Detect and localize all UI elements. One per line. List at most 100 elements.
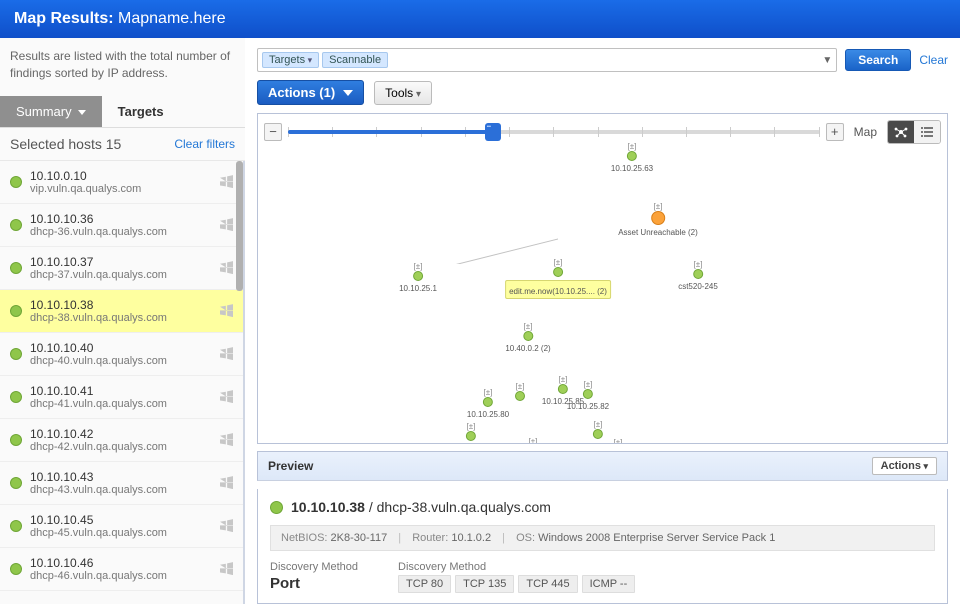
host-item[interactable]: 10.10.10.36dhcp-36.vuln.qa.qualys.com (0, 204, 243, 247)
host-ip: 10.10.10.38 (30, 298, 212, 312)
node-dot-icon (523, 331, 533, 341)
host-ip: 10.10.10.36 (30, 212, 212, 226)
actions-button[interactable]: Actions (1) (257, 80, 364, 105)
windows-icon (220, 476, 233, 489)
map-node[interactable]: [±]Asset Unreachable (2) (618, 204, 698, 237)
preview-body: 10.10.10.38 / dhcp-38.vuln.qa.qualys.com… (257, 489, 948, 604)
host-item[interactable]: 10.10.0.10vip.vuln.qa.qualys.com (0, 161, 243, 204)
status-dot-icon (10, 391, 22, 403)
map-canvas[interactable]: − + Map (257, 113, 948, 444)
preview-host-title: 10.10.10.38 / dhcp-38.vuln.qa.qualys.com (270, 499, 935, 515)
host-dns: dhcp-43.vuln.qa.qualys.com (30, 484, 212, 496)
graph-icon (894, 125, 908, 139)
map-node[interactable]: [±]10.40.0.2 (2) (505, 324, 550, 353)
host-item[interactable]: 10.10.10.40dhcp-40.vuln.qa.qualys.com (0, 333, 243, 376)
tab-targets[interactable]: Targets (102, 96, 180, 127)
view-toggle (887, 120, 941, 144)
node-label: 10.40.0.2 (2) (505, 344, 550, 353)
node-label: edit.me.now(10.10.25.... (2) (509, 287, 607, 296)
host-item[interactable]: 10.10.10.42dhcp-42.vuln.qa.qualys.com (0, 419, 243, 462)
port-chip: ICMP -- (582, 575, 636, 593)
host-dns: dhcp-40.vuln.qa.qualys.com (30, 355, 212, 367)
node-label: 10.10.25.80 (467, 410, 509, 419)
host-ip: 10.10.10.37 (30, 255, 212, 269)
map-node[interactable]: [±]10.10.25.1 (399, 264, 437, 293)
node-dot-icon (515, 391, 525, 401)
node-label: 10.10.25.1 (399, 284, 437, 293)
view-list-button[interactable] (914, 121, 940, 143)
scrollbar-thumb[interactable] (236, 161, 243, 291)
host-ip: 10.10.0.10 (30, 169, 212, 183)
preview-actions-button[interactable]: Actions (872, 457, 937, 475)
filter-value-pill[interactable]: Scannable (322, 52, 388, 68)
host-ip: 10.10.10.46 (30, 556, 212, 570)
host-ip: 10.10.10.40 (30, 341, 212, 355)
node-dot-icon (413, 271, 423, 281)
host-item[interactable]: 10.10.10.45dhcp-45.vuln.qa.qualys.com (0, 505, 243, 548)
discovery-row: Discovery Method Port Discovery Method T… (270, 561, 935, 593)
status-dot-icon (10, 520, 22, 532)
map-node[interactable]: [±]10.10.25.85 (542, 377, 584, 406)
search-button[interactable]: Search (845, 49, 911, 71)
host-item[interactable]: 10.10.10.41dhcp-41.vuln.qa.qualys.com (0, 376, 243, 419)
map-node[interactable]: [±]10.10.0 (18) (511, 439, 554, 444)
action-row: Actions (1) Tools (257, 80, 948, 105)
node-dot-icon (483, 397, 493, 407)
map-node[interactable]: [±]10.10.25.52 (597, 440, 639, 444)
host-ip: 10.10.10.42 (30, 427, 212, 441)
map-node[interactable]: [±]10.10.25.84 (450, 424, 492, 444)
actions-label: Actions (1) (268, 85, 335, 100)
status-dot-icon (10, 434, 22, 446)
filter-input[interactable]: Targets Scannable ▼ (257, 48, 837, 72)
preview-bar: Preview Actions (257, 451, 948, 481)
node-dot-icon (627, 151, 637, 161)
port-chip: TCP 80 (398, 575, 451, 593)
sidebar-intro: Results are listed with the total number… (0, 38, 245, 96)
port-chip: TCP 135 (455, 575, 514, 593)
preview-host-dns: dhcp-38.vuln.qa.qualys.com (377, 499, 551, 515)
status-dot-icon (10, 563, 22, 575)
host-ip: 10.10.10.43 (30, 470, 212, 484)
status-dot-icon (10, 219, 22, 231)
map-node[interactable]: [±]10.10.25.63 (611, 144, 653, 173)
filter-dropdown-icon[interactable]: ▼ (822, 55, 832, 66)
hosts-list[interactable]: 10.10.0.10vip.vuln.qa.qualys.com10.10.10… (0, 161, 245, 604)
discovery-ports: Discovery Method TCP 80TCP 135TCP 445ICM… (398, 561, 635, 593)
discovery-method: Discovery Method Port (270, 561, 358, 593)
zoom-in-button[interactable]: + (826, 123, 844, 141)
node-label: cst520-245 (678, 282, 718, 291)
header-bar: Map Results: Mapname.here (0, 0, 960, 38)
map-node[interactable]: [±] (515, 384, 525, 404)
clear-filters-link[interactable]: Clear filters (174, 137, 235, 151)
host-dns: dhcp-42.vuln.qa.qualys.com (30, 441, 212, 453)
map-node[interactable]: [±]edit.me.now(10.10.25.... (2) (505, 260, 611, 299)
host-ip: 10.10.10.45 (30, 513, 212, 527)
host-dns: dhcp-38.vuln.qa.qualys.com (30, 312, 212, 324)
status-dot-icon (10, 262, 22, 274)
windows-icon (220, 390, 233, 403)
chevron-down-icon (343, 90, 353, 96)
sidebar: Results are listed with the total number… (0, 38, 245, 604)
header-prefix: Map Results: (14, 10, 114, 27)
map-edges (258, 114, 558, 264)
selected-hosts-label: Selected hosts 15 (10, 136, 121, 152)
map-node[interactable]: [±]cst520-245 (678, 262, 718, 291)
map-label: Map (850, 125, 881, 139)
host-item[interactable]: 10.10.10.43dhcp-43.vuln.qa.qualys.com (0, 462, 243, 505)
tools-button[interactable]: Tools (374, 81, 432, 105)
node-label: 10.10.25.63 (611, 164, 653, 173)
map-node[interactable]: [±]10.10.25.80 (467, 390, 509, 419)
preview-host-ip: 10.10.10.38 (291, 499, 365, 515)
host-item[interactable]: 10.10.10.37dhcp-37.vuln.qa.qualys.com (0, 247, 243, 290)
clear-link[interactable]: Clear (919, 53, 948, 67)
view-graph-button[interactable] (888, 121, 914, 143)
filter-type-pill[interactable]: Targets (262, 52, 319, 68)
preview-title: Preview (268, 459, 313, 473)
host-item[interactable]: 10.10.10.46dhcp-46.vuln.qa.qualys.com (0, 548, 243, 591)
node-dot-icon (651, 211, 665, 225)
windows-icon (220, 218, 233, 231)
tab-summary[interactable]: Summary (0, 96, 102, 127)
node-dot-icon (583, 389, 593, 399)
status-dot-icon (270, 501, 283, 514)
host-item[interactable]: 10.10.10.38dhcp-38.vuln.qa.qualys.com (0, 290, 243, 333)
